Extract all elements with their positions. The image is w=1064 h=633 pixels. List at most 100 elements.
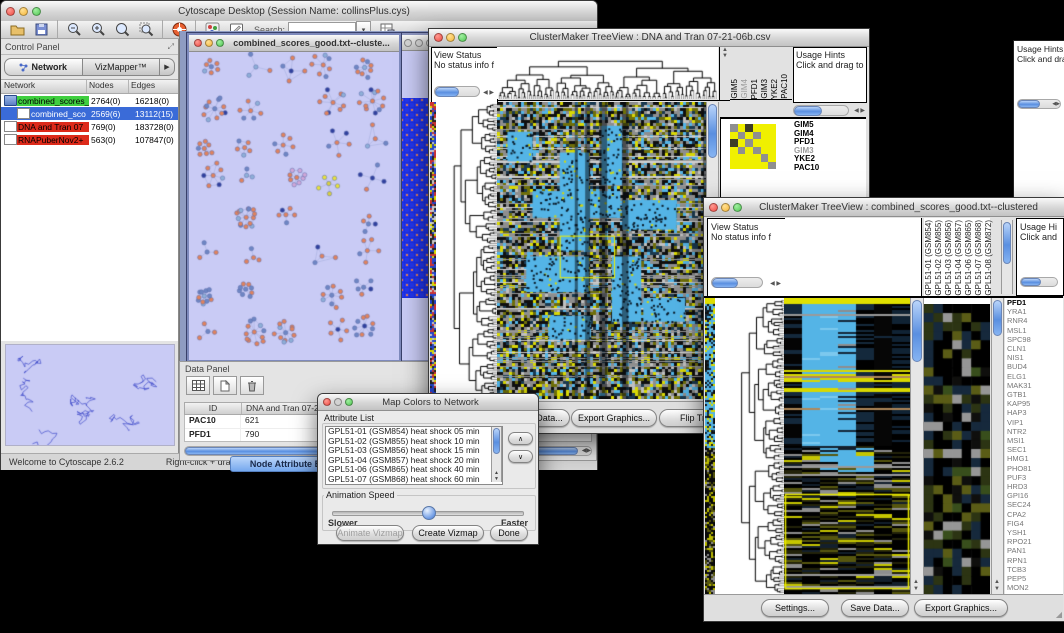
open-folder-icon[interactable] xyxy=(5,19,29,41)
usage-hints-scrollbar-b[interactable] xyxy=(1020,277,1058,287)
gene-label[interactable]: VIP1 xyxy=(1007,418,1063,427)
heatmap-zoom-b[interactable] xyxy=(924,304,990,594)
treeview-button-export-graphics[interactable]: Export Graphics... xyxy=(914,599,1008,617)
zoom-button[interactable] xyxy=(345,398,353,406)
attribute-list-item[interactable]: GPL51-07 (GSM868) heat shock 60 min xyxy=(328,475,502,485)
float-panel-icon[interactable]: ⤢ xyxy=(168,42,174,52)
delete-attribute-trash-icon[interactable] xyxy=(240,376,264,395)
gene-label[interactable]: RNR4 xyxy=(1007,316,1063,325)
gene-label[interactable]: HRD3 xyxy=(1007,482,1063,491)
zoom-out-icon[interactable] xyxy=(62,19,86,41)
gene-label[interactable]: MON2 xyxy=(1007,583,1063,592)
gene-label[interactable]: GTB1 xyxy=(1007,390,1063,399)
gene-label[interactable]: PUF3 xyxy=(1007,473,1063,482)
network-table-row[interactable]: combined_sco2569(6)13112(15) xyxy=(1,107,178,120)
gene-label[interactable]: GPI16 xyxy=(1007,491,1063,500)
new-attribute-icon[interactable] xyxy=(213,376,237,395)
gene-label[interactable]: CPA2 xyxy=(1007,510,1063,519)
close-button[interactable] xyxy=(194,39,202,47)
network-window-title-bar[interactable]: combined_scores_good.txt--cluste... xyxy=(189,35,399,52)
close-button[interactable] xyxy=(404,39,412,47)
close-button[interactable] xyxy=(709,203,718,212)
corner-hscrollbar[interactable]: ◀▶ xyxy=(1017,99,1061,109)
treeview-b-title-bar[interactable]: ClusterMaker TreeView : combined_scores_… xyxy=(704,198,1064,217)
minimize-button[interactable] xyxy=(721,203,730,212)
network-graph-view[interactable] xyxy=(189,52,395,358)
gene-label[interactable]: YSH1 xyxy=(1007,528,1063,537)
attribute-listbox[interactable]: GPL51-01 (GSM854) heat shock 05 minGPL51… xyxy=(325,426,503,485)
move-attribute-down-button[interactable]: ∨ xyxy=(508,450,533,463)
gene-label-list[interactable]: PFD1YRA1RNR4MSL1SPC98CLN1NIS1BUD4ELG1MAK… xyxy=(1005,298,1063,594)
heatmap-b-vscrollbar[interactable]: ▲▼ xyxy=(910,298,924,594)
zoom-button[interactable] xyxy=(32,7,41,16)
attribute-list-item[interactable]: GPL51-03 (GSM856) heat shock 15 min xyxy=(328,446,502,456)
gene-label[interactable]: PAN1 xyxy=(1007,546,1063,555)
view-status-scrollbar-b[interactable]: ◀ ▶ xyxy=(711,277,781,288)
column-labels-scrollbar-b[interactable] xyxy=(1001,220,1013,294)
move-attribute-up-button[interactable]: ∧ xyxy=(508,432,533,445)
minimize-button[interactable] xyxy=(205,39,213,47)
gene-label[interactable]: MSI1 xyxy=(1007,436,1063,445)
network-table-row[interactable]: combined_scores_2764(0)16218(0) xyxy=(1,94,178,107)
tab-network[interactable]: Network xyxy=(4,58,83,76)
birdseye-overview[interactable] xyxy=(5,344,175,446)
row-dendrogram-a[interactable] xyxy=(436,102,497,399)
gene-label[interactable]: RPN1 xyxy=(1007,556,1063,565)
minimize-button[interactable] xyxy=(334,398,342,406)
animate-vizmap-button[interactable]: Animate Vizmap xyxy=(336,525,404,541)
label-scroll-strip[interactable]: ▲▼ xyxy=(720,47,730,101)
gene-label[interactable]: KAP95 xyxy=(1007,399,1063,408)
treeview-button-save-data[interactable]: Save Data... xyxy=(841,599,909,617)
minimize-button[interactable] xyxy=(415,39,423,47)
create-vizmap-button[interactable]: Create Vizmap xyxy=(412,525,484,541)
tab-overflow-button[interactable]: ▶ xyxy=(160,58,175,76)
network-table-row[interactable]: RNAPuberNov2+563(0)107847(0) xyxy=(1,133,178,146)
gene-label[interactable]: SEC1 xyxy=(1007,445,1063,454)
gene-label[interactable]: SPC98 xyxy=(1007,335,1063,344)
zoom-b-vscrollbar[interactable]: ▲▼ xyxy=(991,298,1004,594)
treeview-button-settings[interactable]: Settings... xyxy=(761,599,829,617)
gene-label[interactable]: SEC24 xyxy=(1007,500,1063,509)
mini-heatmap-matrix[interactable] xyxy=(730,124,776,169)
dense-network-grid-view[interactable] xyxy=(400,98,431,298)
close-button[interactable] xyxy=(323,398,331,406)
gene-label[interactable]: MAK31 xyxy=(1007,381,1063,390)
row-dendrogram-b[interactable] xyxy=(715,298,784,594)
gene-label[interactable]: CLN1 xyxy=(1007,344,1063,353)
minimize-button[interactable] xyxy=(446,33,455,42)
animation-speed-slider[interactable] xyxy=(332,506,524,518)
zoom-selected-icon[interactable] xyxy=(134,19,158,41)
usage-hints-scrollbar-a[interactable]: ◀ ▶ xyxy=(793,105,865,116)
gene-label[interactable]: HAP3 xyxy=(1007,408,1063,417)
column-dendrogram-a[interactable] xyxy=(497,47,720,101)
zoom-button[interactable] xyxy=(216,39,224,47)
attribute-list-item[interactable]: GPL51-06 (GSM865) heat shock 40 min xyxy=(328,465,502,475)
treeview-a-title-bar[interactable]: ClusterMaker TreeView : DNA and Tran 07-… xyxy=(429,29,869,47)
view-status-scrollbar[interactable]: ◀ ▶ xyxy=(434,86,494,97)
gene-label[interactable]: BUD4 xyxy=(1007,362,1063,371)
close-button[interactable] xyxy=(434,33,443,42)
gene-label[interactable]: HMG1 xyxy=(1007,454,1063,463)
zoom-button[interactable] xyxy=(733,203,742,212)
close-button[interactable] xyxy=(6,7,15,16)
gene-label[interactable]: FIG4 xyxy=(1007,519,1063,528)
column-header-nodes[interactable]: Nodes xyxy=(87,80,129,93)
gene-label[interactable]: RPO21 xyxy=(1007,537,1063,546)
gene-label[interactable]: TCB3 xyxy=(1007,565,1063,574)
gene-label[interactable]: PEP5 xyxy=(1007,574,1063,583)
select-attributes-icon[interactable] xyxy=(186,376,210,395)
attribute-list-item[interactable]: GPL51-04 (GSM857) heat shock 20 min xyxy=(328,456,502,466)
attribute-list-item[interactable]: GPL51-02 (GSM855) heat shock 10 min xyxy=(328,437,502,447)
gene-label[interactable]: NTR2 xyxy=(1007,427,1063,436)
minimize-button[interactable] xyxy=(19,7,28,16)
done-button[interactable]: Done xyxy=(490,525,528,541)
gene-label[interactable]: NIS1 xyxy=(1007,353,1063,362)
heatmap-main-b[interactable] xyxy=(784,298,910,594)
attribute-list-item[interactable]: GPL51-01 (GSM854) heat shock 05 min xyxy=(328,427,502,437)
dp-header-id[interactable]: ID xyxy=(185,403,242,414)
save-icon[interactable] xyxy=(29,19,53,41)
attribute-list-scrollbar[interactable]: ▲▼ xyxy=(491,427,502,482)
resize-grip[interactable]: ◢ xyxy=(1056,610,1062,619)
gene-label[interactable]: PFD1 xyxy=(1007,298,1063,307)
column-header-network[interactable]: Network xyxy=(1,80,87,93)
